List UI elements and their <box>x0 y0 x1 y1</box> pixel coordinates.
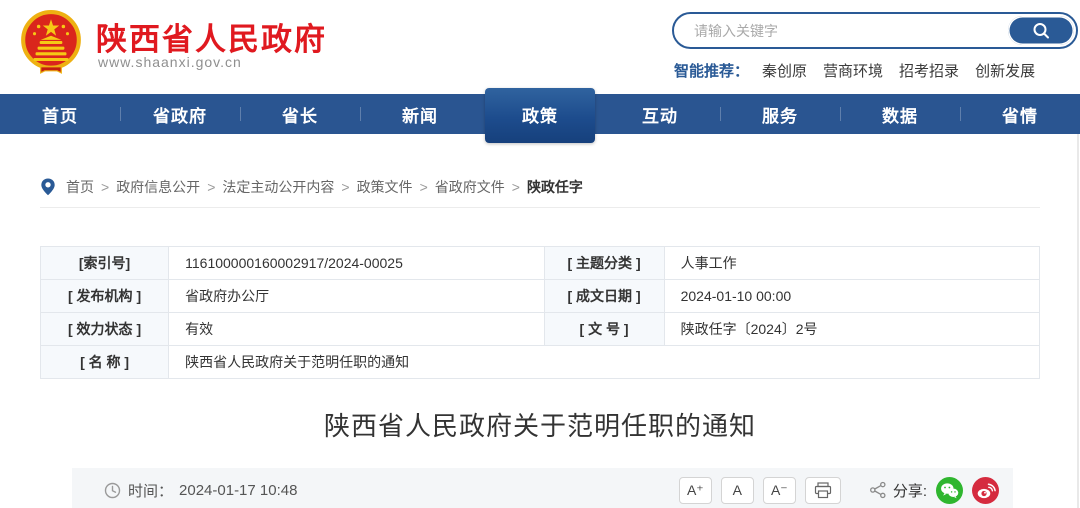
nav-item-policy-active[interactable]: 政策 <box>480 94 600 134</box>
share-label: 分享: <box>893 480 927 501</box>
meta-label-title: [ 名 称 ] <box>41 346 169 379</box>
search-icon <box>1030 20 1052 42</box>
wechat-icon <box>938 479 961 502</box>
meta-label-index-no: [索引号] <box>41 247 169 280</box>
meta-label-topic-category: [ 主题分类 ] <box>544 247 664 280</box>
meta-value-issue-date: 2024-01-10 00:00 <box>664 280 1039 313</box>
breadcrumb-policy-documents[interactable]: 政策文件 <box>357 177 413 197</box>
smart-recommend-label: 智能推荐： <box>674 60 749 81</box>
nav-item-governor[interactable]: 省长 <box>240 94 360 134</box>
wechat-share-button[interactable] <box>936 477 963 504</box>
document-meta-table: [索引号] 116100000160002917/2024-00025 [ 主题… <box>40 246 1040 379</box>
meta-label-issue-date: [ 成文日期 ] <box>544 280 664 313</box>
nav-item-provincial-gov[interactable]: 省政府 <box>120 94 240 134</box>
weibo-share-button[interactable] <box>972 477 999 504</box>
breadcrumb-current: 陕政任字 <box>527 177 583 197</box>
location-pin-icon <box>40 177 56 197</box>
meta-value-index-no: 116100000160002917/2024-00025 <box>169 247 544 280</box>
page-title: 陕西省人民政府关于范明任职的通知 <box>0 406 1080 443</box>
meta-label-issuing-agency: [ 发布机构 ] <box>41 280 169 313</box>
meta-value-topic-category: 人事工作 <box>664 247 1039 280</box>
meta-value-title: 陕西省人民政府关于范明任职的通知 <box>169 346 1040 379</box>
share-group: 分享: <box>869 477 999 504</box>
font-decrease-button[interactable]: A⁻ <box>763 477 796 504</box>
meta-value-doc-number: 陕政任字〔2024〕2号 <box>664 313 1039 346</box>
article-toolbar: 时间： 2024-01-17 10:48 A⁺ A A⁻ <box>72 468 1013 508</box>
font-normal-button[interactable]: A <box>721 477 754 504</box>
nav-item-home[interactable]: 首页 <box>0 94 120 134</box>
breadcrumb: 首页 > 政府信息公开 > 法定主动公开内容 > 政策文件 > 省政府文件 > … <box>40 172 1040 202</box>
time-label: 时间： <box>128 480 173 501</box>
search-button[interactable] <box>1008 16 1074 45</box>
time-value: 2024-01-17 10:48 <box>179 482 297 499</box>
smart-recommend-row: 智能推荐： 秦创原 营商环境 招考招录 创新发展 <box>674 60 1078 81</box>
nav-item-news[interactable]: 新闻 <box>360 94 480 134</box>
breadcrumb-info-disclosure[interactable]: 政府信息公开 <box>116 177 200 197</box>
meta-value-validity: 有效 <box>169 313 544 346</box>
table-row: [ 名 称 ] 陕西省人民政府关于范明任职的通知 <box>41 346 1040 379</box>
smart-link-zhaokaozhaolu[interactable]: 招考招录 <box>899 60 959 81</box>
smart-link-qinchuangyuan[interactable]: 秦创原 <box>762 60 807 81</box>
smart-link-chuangxinfazhan[interactable]: 创新发展 <box>975 60 1035 81</box>
table-row: [ 发布机构 ] 省政府办公厅 [ 成文日期 ] 2024-01-10 00:0… <box>41 280 1040 313</box>
meta-label-doc-number: [ 文 号 ] <box>544 313 664 346</box>
share-icon <box>869 481 887 499</box>
breadcrumb-divider <box>40 207 1040 208</box>
nav-item-province-info[interactable]: 省情 <box>960 94 1080 134</box>
table-row: [ 效力状态 ] 有效 [ 文 号 ] 陕政任字〔2024〕2号 <box>41 313 1040 346</box>
meta-label-validity: [ 效力状态 ] <box>41 313 169 346</box>
site-title[interactable]: 陕西省人民政府 <box>96 14 327 59</box>
national-emblem-icon <box>18 9 84 77</box>
publish-time: 时间： 2024-01-17 10:48 <box>104 480 297 501</box>
nav-item-interaction[interactable]: 互动 <box>600 94 720 134</box>
nav-item-services[interactable]: 服务 <box>720 94 840 134</box>
site-header: 陕西省人民政府 www.shaanxi.gov.cn 智能推荐： 秦创原 营商环… <box>0 0 1080 94</box>
meta-value-issuing-agency: 省政府办公厅 <box>169 280 544 313</box>
clock-icon <box>104 482 121 499</box>
nav-item-data[interactable]: 数据 <box>840 94 960 134</box>
smart-link-yingshanghuanjing[interactable]: 营商环境 <box>823 60 883 81</box>
breadcrumb-provincial-documents[interactable]: 省政府文件 <box>435 177 505 197</box>
breadcrumb-home[interactable]: 首页 <box>66 177 94 197</box>
weibo-icon <box>974 479 997 502</box>
search-box <box>672 12 1078 49</box>
content-right-border <box>1077 134 1079 508</box>
print-button[interactable] <box>805 477 841 504</box>
national-emblem-logo[interactable] <box>18 9 84 77</box>
site-url: www.shaanxi.gov.cn <box>98 54 242 70</box>
table-row: [索引号] 116100000160002917/2024-00025 [ 主题… <box>41 247 1040 280</box>
printer-icon <box>814 482 832 499</box>
font-increase-button[interactable]: A⁺ <box>679 477 712 504</box>
main-nav: 首页 省政府 省长 新闻 政策 互动 服务 数据 省情 <box>0 94 1080 134</box>
page: 陕西省人民政府 www.shaanxi.gov.cn 智能推荐： 秦创原 营商环… <box>0 0 1080 508</box>
breadcrumb-statutory-disclosure[interactable]: 法定主动公开内容 <box>222 177 334 197</box>
